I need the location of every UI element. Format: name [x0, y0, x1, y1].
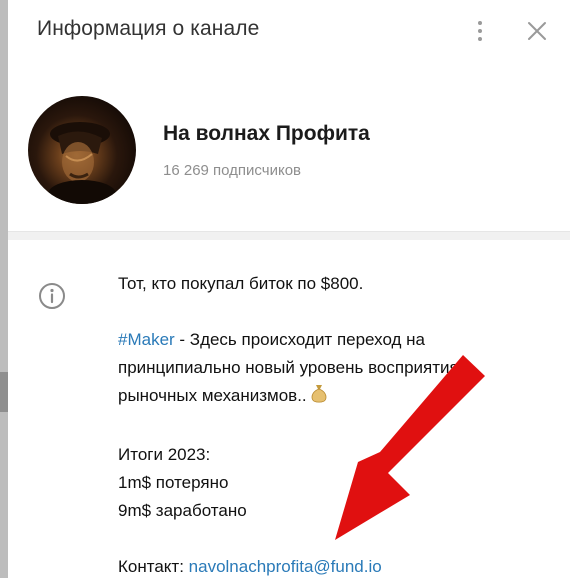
description-text: - Здесь происходит переход на: [174, 330, 426, 349]
description-line: рыночных механизмов..: [118, 382, 548, 413]
subscriber-count: 16 269 подписчиков: [163, 162, 302, 179]
contact-label: Контакт:: [118, 557, 189, 576]
channel-description: Тот, кто покупал биток по $800. #Maker -…: [118, 270, 548, 581]
channel-avatar[interactable]: [28, 96, 136, 204]
description-line: #Maker - Здесь происходит переход на: [118, 326, 548, 354]
left-background-strip: [0, 0, 8, 578]
contact-email-link[interactable]: navolnachprofita@fund.io: [189, 557, 382, 576]
close-icon[interactable]: [524, 18, 550, 44]
info-icon: [37, 281, 67, 311]
more-vertical-icon[interactable]: [466, 16, 494, 46]
channel-name: На волнах Профита: [163, 122, 370, 145]
channel-info-panel: Информация о канале На волнах Профита 16…: [8, 0, 570, 578]
results-title: Итоги 2023:: [118, 445, 211, 464]
description-line: Тот, кто покупал биток по $800.: [118, 274, 364, 293]
section-divider: [8, 231, 570, 240]
hashtag-link[interactable]: #Maker: [118, 330, 175, 349]
contact-line: Контакт: navolnachprofita@fund.io: [118, 553, 548, 581]
panel-title: Информация о канале: [37, 17, 260, 40]
description-line: принципиально новый уровень восприятия: [118, 358, 459, 377]
money-bag-icon: [311, 384, 327, 413]
results-earned: 9m$ заработано: [118, 501, 247, 520]
background-notch: [0, 372, 8, 412]
results-lost: 1m$ потеряно: [118, 473, 229, 492]
description-text: рыночных механизмов..: [118, 386, 312, 405]
